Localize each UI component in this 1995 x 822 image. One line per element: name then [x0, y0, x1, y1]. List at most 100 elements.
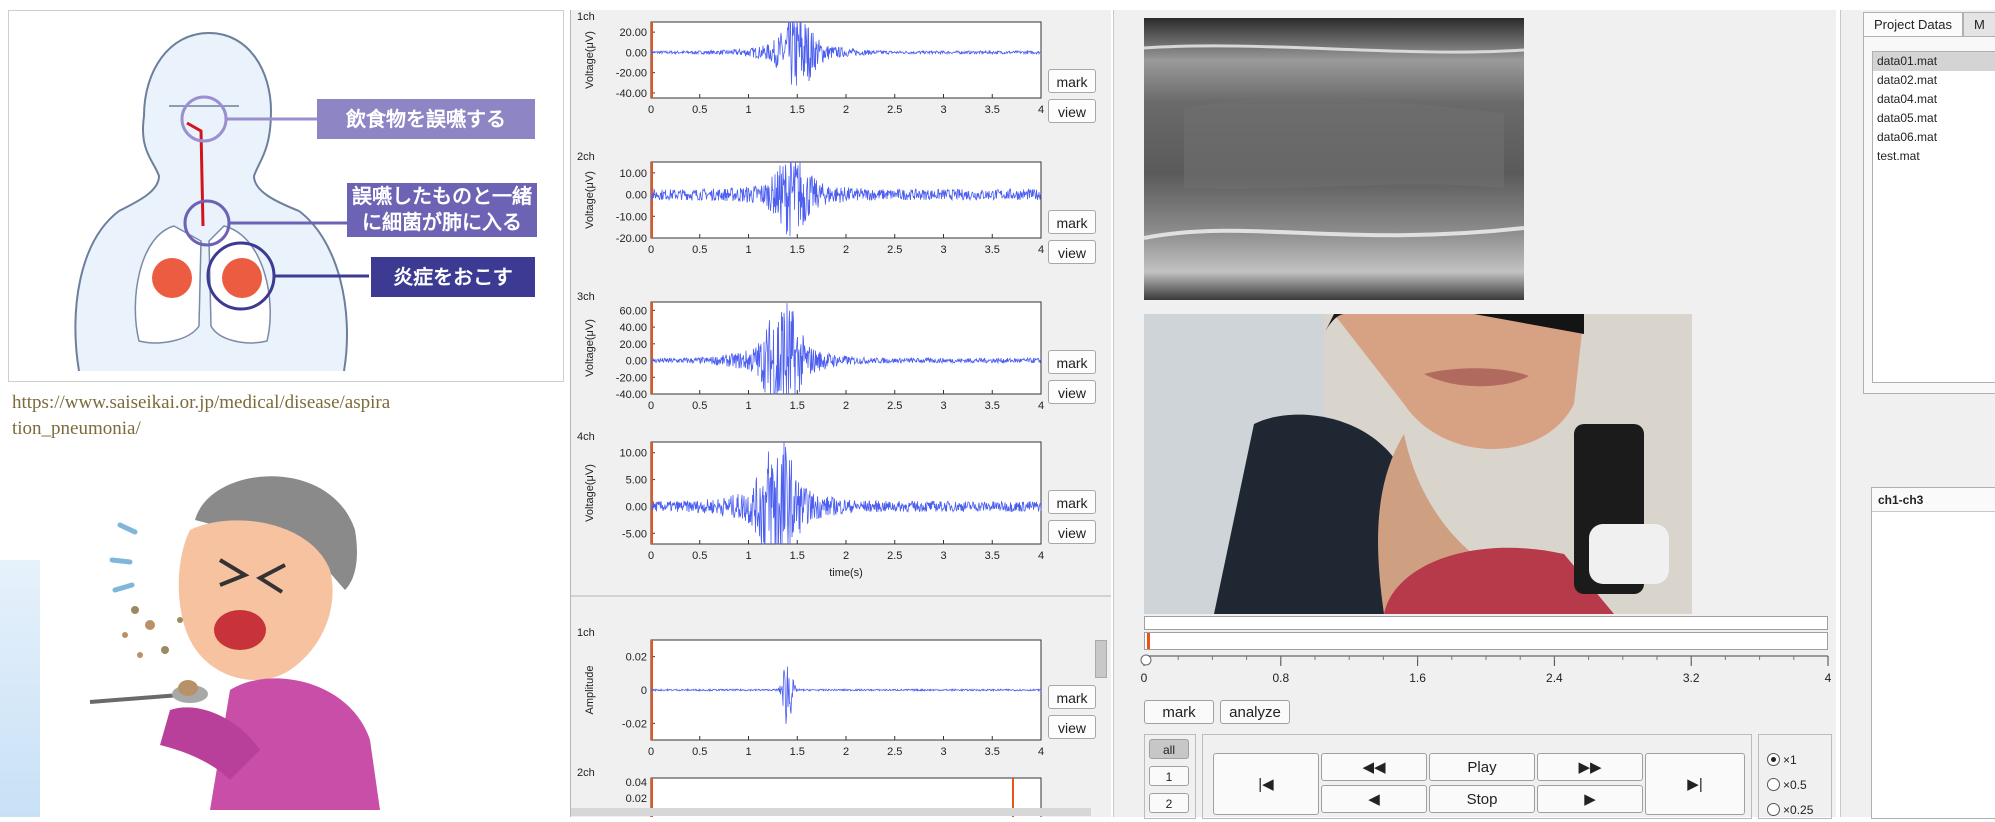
view-button-3ch[interactable]: view	[1048, 380, 1096, 404]
y-axis-label: Voltage(μV)	[584, 171, 596, 229]
channel-label: 1ch	[577, 627, 595, 639]
source-link[interactable]: https://www.saiseikai.or.jp/medical/dise…	[12, 390, 532, 442]
ultrasound-image	[1144, 18, 1524, 300]
x-tick-label: 3.5	[985, 550, 1000, 562]
x-tick-label: 0.5	[692, 104, 707, 116]
x-tick-label: 4	[1038, 746, 1044, 758]
label-bacteria-line1: 誤嚥したものと一緒	[347, 183, 537, 209]
view-button-2ch[interactable]: view	[1048, 240, 1096, 264]
file-item-test[interactable]: test.mat	[1873, 147, 1995, 166]
x-tick-label: 0.5	[692, 244, 707, 256]
y-tick-label: -10.00	[616, 211, 647, 223]
stop-button[interactable]: Stop	[1429, 785, 1535, 813]
mark-button-3ch[interactable]: mark	[1048, 350, 1096, 374]
y-tick-label: -20.00	[616, 233, 647, 245]
file-item-data02[interactable]: data02.mat	[1873, 71, 1995, 90]
file-item-data05[interactable]: data05.mat	[1873, 109, 1995, 128]
file-list[interactable]: data01.mat data02.mat data04.mat data05.…	[1872, 51, 1995, 383]
aspiration-diagram: 飲食物を誤嚥する 誤嚥したものと一緒 に細菌が肺に入る 炎症をおこす	[8, 10, 564, 382]
channel-all-button[interactable]: all	[1149, 739, 1189, 759]
x-tick-label: 1.5	[790, 550, 805, 562]
plot-2ch: 2ch 10.00 0.00 -10.00 -20.00 Voltage(μV) 0 0.5 1…	[577, 151, 1044, 256]
mark-button-2ch[interactable]: mark	[1048, 210, 1096, 234]
label-aspiration: 飲食物を誤嚥する	[317, 99, 535, 139]
mark-button-1ch[interactable]: mark	[1048, 69, 1096, 93]
x-tick-label: 1	[745, 746, 751, 758]
vertical-scrollbar[interactable]	[1095, 640, 1107, 678]
speed-x025-radio[interactable]: ×0.25	[1767, 803, 1813, 817]
y-tick-label: -40.00	[616, 389, 647, 401]
playhead-marker[interactable]	[1147, 633, 1150, 649]
step-forward-button[interactable]: ▶	[1537, 785, 1643, 813]
playback-controls-group: |◀ ◀◀ Play ▶▶ ◀ Stop ▶ ▶|	[1202, 734, 1752, 819]
plot-area	[650, 301, 1042, 395]
x-axis-label: time(s)	[829, 567, 863, 579]
play-button[interactable]: Play	[1429, 753, 1535, 781]
speed-x1-radio[interactable]: ×1	[1767, 753, 1797, 767]
mark-button-video[interactable]: mark	[1144, 700, 1214, 724]
plot-4ch: 4ch 10.00 5.00 0.00 -5.00 Voltage(μV) 0 0.5 1 1.5…	[577, 431, 1044, 579]
view-button-4ch[interactable]: view	[1048, 520, 1096, 544]
x-tick-label: 2	[843, 400, 849, 412]
x-tick-label: 1.5	[790, 400, 805, 412]
file-item-data01[interactable]: data01.mat	[1873, 52, 1995, 71]
x-tick-label: 2.5	[887, 104, 902, 116]
x-tick-label: 2	[843, 550, 849, 562]
mark-button-amp-1ch[interactable]: mark	[1048, 685, 1096, 709]
plot-area	[650, 441, 1042, 545]
jump-start-button[interactable]: |◀	[1213, 753, 1319, 815]
tab-project-datas[interactable]: Project Datas	[1863, 12, 1963, 37]
x-tick-label: 0	[648, 550, 654, 562]
timeline-tick-label: 2.4	[1546, 671, 1563, 685]
y-tick-label: 20.00	[619, 27, 647, 39]
y-tick-label: 0.02	[626, 652, 647, 664]
video-player-panel: 0 0.8 1.6 2.4 3.2 4 mark analyze all 1 2 |◀ ◀…	[1113, 10, 1838, 819]
y-tick-label: 0.00	[626, 501, 647, 513]
rewind-button[interactable]: ◀◀	[1321, 753, 1427, 781]
step-back-button[interactable]: ◀	[1321, 785, 1427, 813]
file-item-data06[interactable]: data06.mat	[1873, 128, 1995, 147]
timeline-tick-label: 0.8	[1272, 671, 1289, 685]
timeline-slider-thumb	[1140, 654, 1152, 666]
channel-1-button[interactable]: 1	[1149, 766, 1189, 786]
timeline-track-1[interactable]	[1144, 616, 1828, 630]
x-tick-label: 3.5	[985, 400, 1000, 412]
jump-end-button[interactable]: ▶|	[1645, 753, 1745, 815]
coughing-person-icon	[89, 476, 380, 810]
timeline-tick-label: 4	[1825, 671, 1832, 685]
view-button-1ch[interactable]: view	[1048, 99, 1096, 123]
x-tick-label: 1	[745, 400, 751, 412]
view-button-amp-1ch[interactable]: view	[1048, 715, 1096, 739]
timeline-axis[interactable]: 0 0.8 1.6 2.4 3.2 4	[1138, 654, 1838, 698]
x-tick-label: 4	[1038, 550, 1044, 562]
speed-x05-radio[interactable]: ×0.5	[1767, 778, 1807, 792]
x-tick-label: 0	[648, 244, 654, 256]
x-tick-label: 3	[940, 104, 946, 116]
x-tick-label: 1	[745, 104, 751, 116]
y-axis-label: Voltage(μV)	[584, 31, 596, 89]
plot-area	[650, 21, 1042, 99]
mark-button-4ch[interactable]: mark	[1048, 490, 1096, 514]
x-tick-label: 3.5	[985, 244, 1000, 256]
x-tick-label: 0.5	[692, 550, 707, 562]
plot-3ch: 3ch 60.00 40.00 20.00 0.00 -20.00 -40.00 Voltag…	[577, 291, 1044, 412]
timeline-track-2[interactable]	[1144, 632, 1828, 650]
channel-2-button[interactable]: 2	[1149, 793, 1189, 813]
horizontal-scrollbar[interactable]	[571, 808, 1091, 816]
tab-m[interactable]: M	[1963, 12, 1995, 36]
timeline-tick-label: 0	[1141, 671, 1148, 685]
x-tick-label: 2.5	[887, 746, 902, 758]
y-tick-label: 60.00	[619, 305, 647, 317]
y-tick-label: 10.00	[619, 168, 647, 180]
y-tick-label: -20.00	[616, 68, 647, 80]
y-tick-label: 0	[641, 685, 647, 697]
x-tick-label: 3.5	[985, 104, 1000, 116]
analyze-button[interactable]: analyze	[1220, 700, 1290, 724]
fast-forward-button[interactable]: ▶▶	[1537, 753, 1643, 781]
source-url-line2: tion_pneumonia/	[12, 418, 141, 439]
x-tick-label: 1	[745, 244, 751, 256]
decorative-accent	[0, 560, 40, 817]
timeline-tick-label: 3.2	[1683, 671, 1700, 685]
file-item-data04[interactable]: data04.mat	[1873, 90, 1995, 109]
x-tick-label: 0.5	[692, 746, 707, 758]
